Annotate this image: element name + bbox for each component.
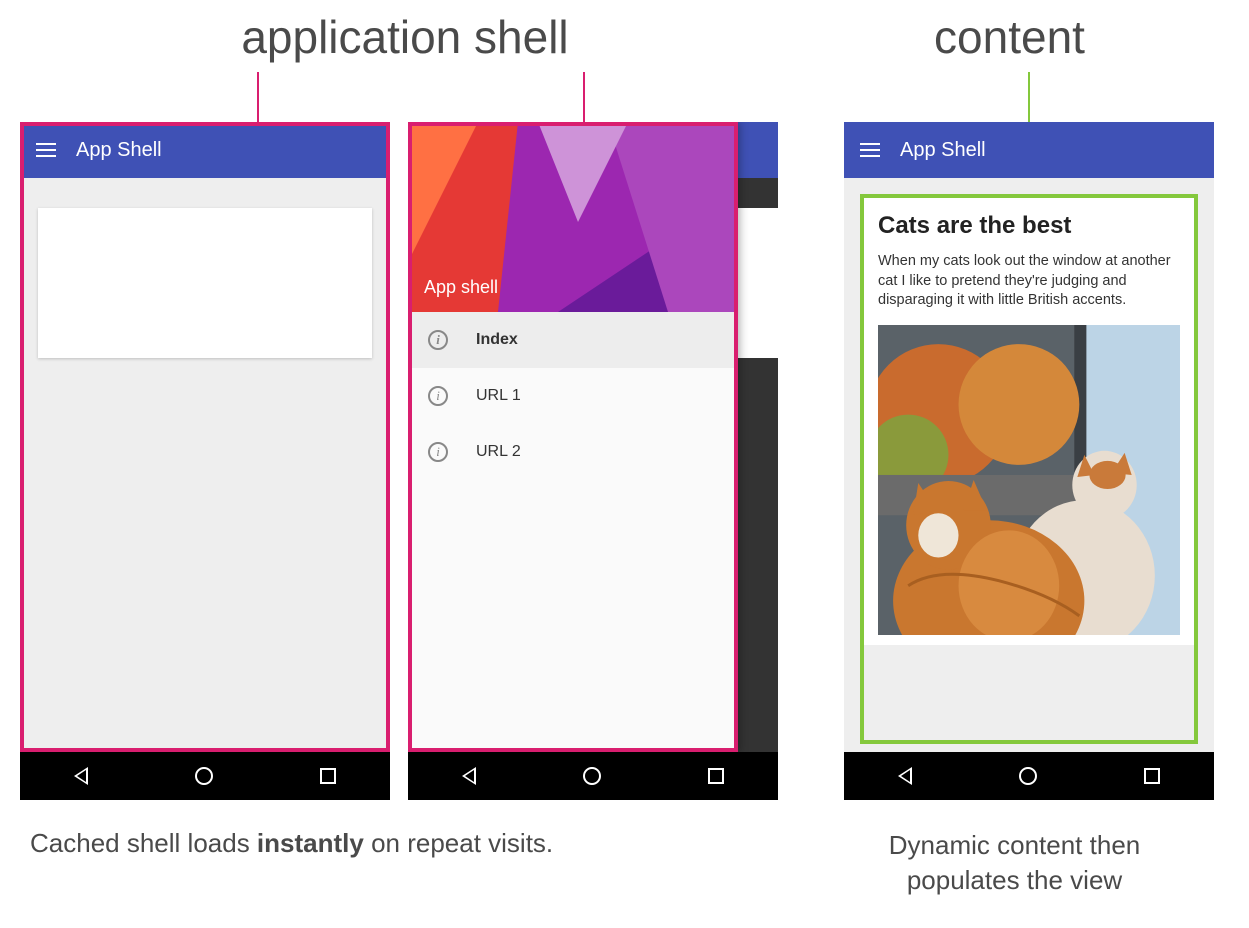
app-title: App Shell [900,139,986,162]
info-icon: i [428,442,448,462]
content-card: Cats are the best When my cats look out … [860,194,1198,645]
article-image-cats [878,325,1180,635]
empty-content-card [38,208,372,358]
drawer-item-index[interactable]: i Index [408,312,738,368]
connector-shell-1 [257,72,259,122]
drawer-scrim [738,122,778,752]
recents-icon[interactable] [1144,768,1160,784]
caption-content: Dynamic content then populates the view [800,828,1229,898]
phone-shell-empty: App Shell [20,122,390,800]
home-icon[interactable] [195,767,213,785]
info-icon: i [428,386,448,406]
home-icon[interactable] [583,767,601,785]
article-body: When my cats look out the window at anot… [878,252,1180,311]
drawer-item-url1[interactable]: i URL 1 [408,368,738,424]
android-nav-bar [844,752,1214,800]
drawer-item-label: Index [476,331,518,349]
caption-shell: Cached shell loads instantly on repeat v… [20,828,800,898]
back-icon[interactable] [74,767,88,785]
hamburger-icon[interactable] [860,143,880,157]
connector-content [1028,72,1030,122]
back-icon[interactable] [898,767,912,785]
back-icon[interactable] [462,767,476,785]
label-application-shell: application shell [20,10,790,64]
info-icon: i [428,330,448,350]
android-nav-bar [20,752,390,800]
drawer-item-label: URL 2 [476,443,521,461]
recents-icon[interactable] [320,768,336,784]
home-icon[interactable] [1019,767,1037,785]
android-nav-bar [408,752,778,800]
phone-shell-drawer: App shell i Index i URL 1 i URL 2 [408,122,778,800]
app-bar: App Shell [844,122,1214,178]
label-content: content [790,10,1229,64]
navigation-drawer: App shell i Index i URL 1 i URL 2 [408,122,738,752]
recents-icon[interactable] [708,768,724,784]
article-heading: Cats are the best [878,212,1180,240]
hamburger-icon[interactable] [36,143,56,157]
connector-shell-2 [583,72,585,122]
phone-content: App Shell Cats are the best When my cats… [844,122,1214,800]
app-bar: App Shell [20,122,390,178]
drawer-item-url2[interactable]: i URL 2 [408,424,738,480]
drawer-header: App shell [408,122,738,312]
drawer-title: App shell [424,277,498,298]
app-title: App Shell [76,139,162,162]
drawer-item-label: URL 1 [476,387,521,405]
connector-lines [20,72,1229,122]
